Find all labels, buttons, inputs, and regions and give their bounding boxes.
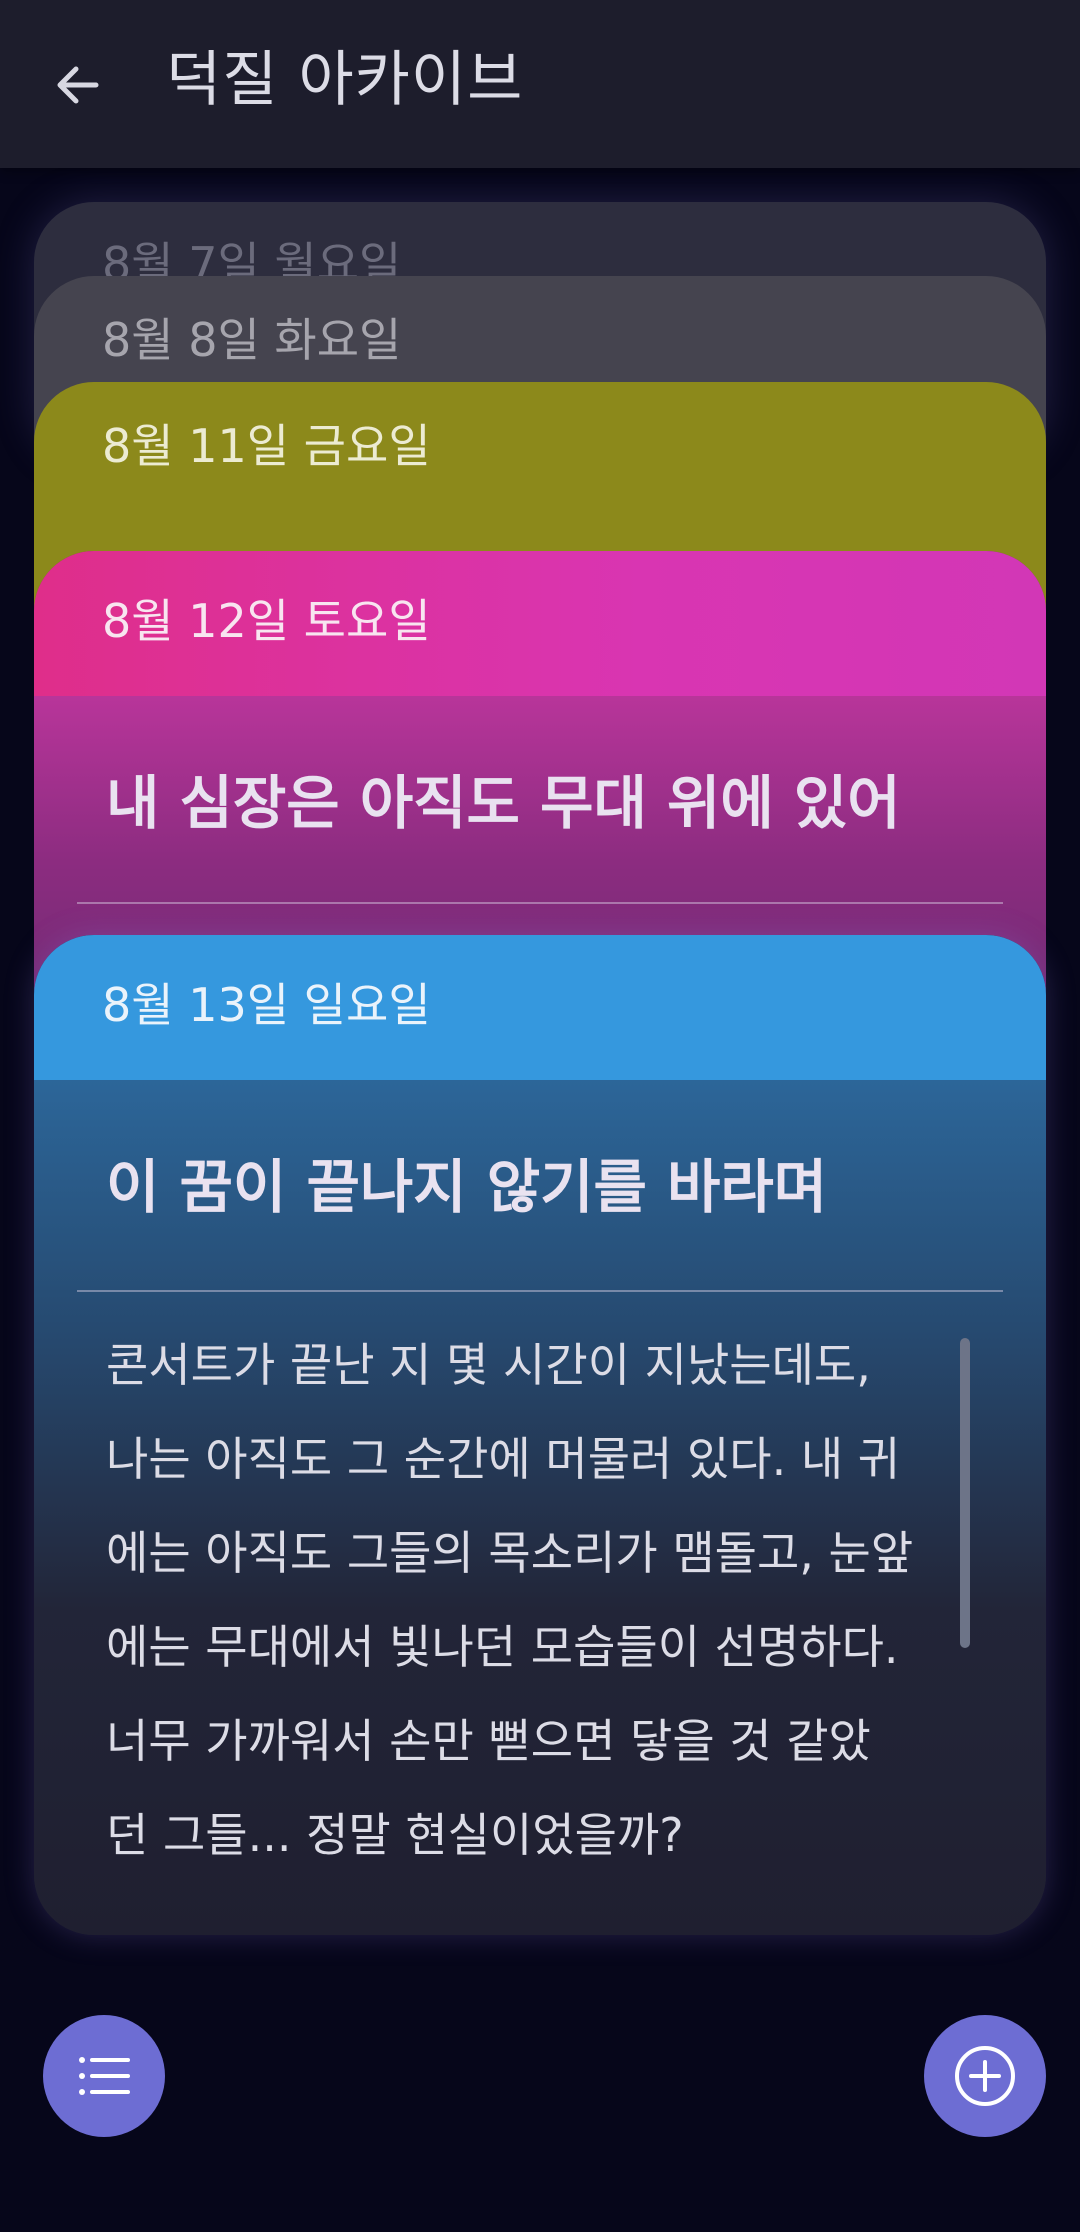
arrow-left-icon [57, 66, 99, 104]
content-line: 나는 아직도 그 순간에 머물러 있다. 내 귀 [106, 1432, 901, 1486]
diary-card-expanded[interactable]: 8월 13일 일요일 이 꿈이 끝나지 않기를 바라며 콘서트가 끝난 지 몇 … [34, 935, 1046, 1935]
divider [77, 902, 1003, 904]
card-date: 8월 8일 화요일 [102, 313, 402, 367]
add-entry-button[interactable] [924, 2015, 1046, 2137]
app-bar: 덕질 아카이브 [0, 0, 1080, 168]
entry-content[interactable]: 콘서트가 끝난 지 몇 시간이 지났는데도, 나는 아직도 그 순간에 머물러 … [106, 1318, 936, 1882]
card-date: 8월 13일 일요일 [102, 978, 431, 1032]
content-line: 에는 무대에서 빛나던 모습들이 선명하다. [106, 1620, 899, 1674]
list-button[interactable] [43, 2015, 165, 2137]
content-line: 콘서트가 끝난 지 몇 시간이 지났는데도, [106, 1338, 871, 1392]
entry-title: 내 심장은 아직도 무대 위에 있어 [106, 769, 901, 837]
content-line: 에는 아직도 그들의 목소리가 맴돌고, 눈앞 [106, 1526, 914, 1580]
back-button[interactable] [38, 45, 118, 125]
list-icon [79, 2057, 130, 2095]
content-line: 너무 가까워서 손만 뻗으면 닿을 것 같았 [106, 1714, 871, 1768]
add-circle-icon [955, 2046, 1015, 2106]
entry-title: 이 꿈이 끝나지 않기를 바라며 [106, 1153, 828, 1221]
card-date: 8월 11일 금요일 [102, 419, 431, 473]
card-body: 이 꿈이 끝나지 않기를 바라며 콘서트가 끝난 지 몇 시간이 지났는데도, … [34, 1080, 1046, 1935]
divider [77, 1290, 1003, 1292]
card-header: 8월 12일 토요일 [34, 551, 1046, 696]
card-date: 8월 12일 토요일 [102, 594, 431, 648]
content-line: 던 그들... 정말 현실이었을까? [106, 1808, 684, 1862]
content-scrollbar[interactable] [960, 1338, 970, 1648]
card-header: 8월 13일 일요일 [34, 935, 1046, 1080]
page-title: 덕질 아카이브 [166, 45, 524, 115]
